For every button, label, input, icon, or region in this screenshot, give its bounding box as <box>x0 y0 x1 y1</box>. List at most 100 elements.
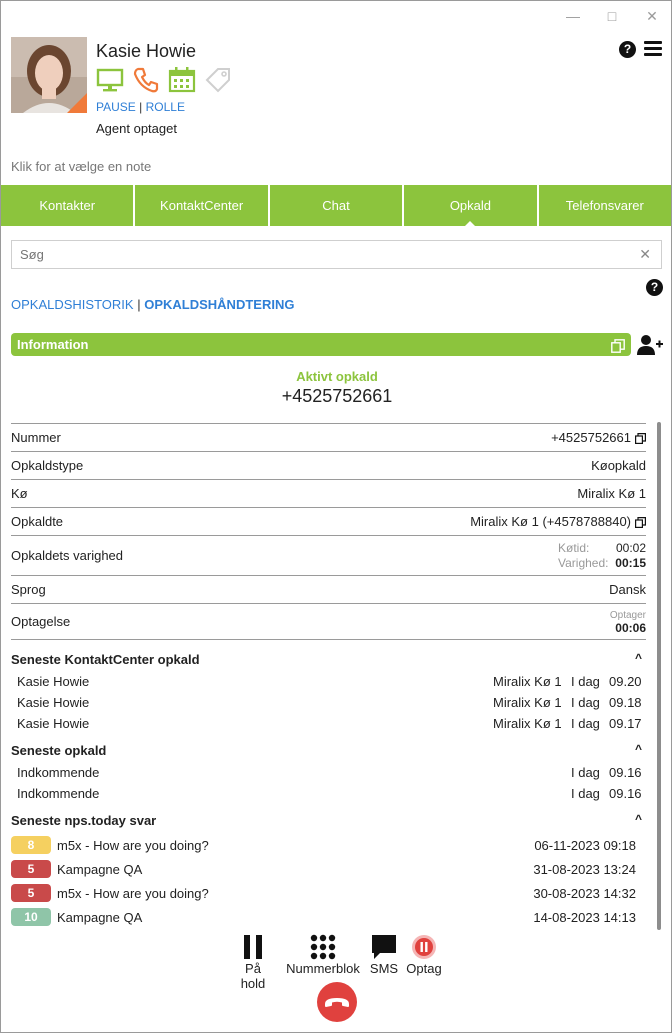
calendar-icon[interactable] <box>168 66 196 94</box>
active-call-label: Aktivt opkald <box>296 369 378 384</box>
copy-icon[interactable] <box>635 516 646 529</box>
copy-icon[interactable] <box>635 432 646 445</box>
hamburger-menu-icon[interactable] <box>644 41 662 57</box>
recording-time: 00:06 <box>615 620 646 635</box>
queue-time-label: Køtid: <box>558 540 590 555</box>
detail-row-called: Opkaldte Miralix Kø 1 (+4578788840) <box>11 507 646 535</box>
search-input[interactable] <box>12 241 612 268</box>
call-controls: På hold Nummerblok SMS Optag <box>1 933 672 991</box>
detail-value: Køopkald <box>591 458 646 473</box>
detail-label: Opkaldstype <box>11 458 84 473</box>
recording-icon <box>405 933 443 961</box>
score-badge: 8 <box>11 836 51 854</box>
role-link[interactable]: ROLLE <box>146 100 185 114</box>
tab-contact-center[interactable]: KontaktCenter <box>135 185 270 226</box>
minimize-button[interactable]: — <box>563 7 583 25</box>
avatar[interactable] <box>11 37 87 113</box>
agent-name: Kasie Howie <box>96 41 197 61</box>
list-item[interactable]: 5 m5x - How are you doing? 30-08-2023 14:3… <box>11 881 636 905</box>
information-header[interactable]: Information <box>11 333 631 356</box>
duration-label: Varighed: <box>558 555 609 570</box>
list-item[interactable]: Kasie Howie Miralix Kø 1I dag 09.18 <box>17 692 642 713</box>
phone-icon[interactable] <box>132 66 160 94</box>
maximize-button[interactable]: □ <box>602 7 622 25</box>
close-button[interactable]: ✕ <box>642 7 662 25</box>
active-call-number: +4525752661 <box>281 386 393 406</box>
sms-button[interactable]: SMS <box>369 933 399 976</box>
recent-cc-list: Kasie Howie Miralix Kø 1I dag 09.20 Kasie … <box>17 671 642 734</box>
hangup-phone-icon <box>325 998 349 1007</box>
call-history-link[interactable]: OPKALDSHISTORIK <box>11 297 134 312</box>
tab-voicemail[interactable]: Telefonsvarer <box>539 185 671 226</box>
call-handling-link[interactable]: OPKALDSHÅNDTERING <box>144 297 294 312</box>
list-item[interactable]: Kasie Howie Miralix Kø 1I dag 09.20 <box>17 671 642 692</box>
list-item[interactable]: Indkommende I dag 09.16 <box>17 762 642 783</box>
list-item[interactable]: Kasie Howie Miralix Kø 1I dag 09.17 <box>17 713 642 734</box>
detail-label: Opkaldte <box>11 514 64 529</box>
call-subtabs: OPKALDSHISTORIK | OPKALDSHÅNDTERING <box>11 297 294 312</box>
collapse-chevron-icon[interactable]: ^ <box>635 742 642 756</box>
keypad-button[interactable]: Nummerblok <box>284 933 362 976</box>
detail-row-number: Nummer +4525752661 <box>11 423 646 451</box>
section-title: Seneste opkald <box>11 743 107 758</box>
hold-button[interactable]: På hold <box>231 933 275 991</box>
keypad-icon <box>284 933 362 961</box>
link-separator: | <box>139 100 143 114</box>
agent-links: PAUSE | ROLLE <box>96 100 185 114</box>
information-title: Information <box>17 337 89 352</box>
detail-row-recording: Optagelse Optager 00:06 <box>11 603 646 639</box>
scrollbar[interactable] <box>657 422 661 930</box>
duration-values: Køtid: 00:02 Varighed: 00:15 <box>558 541 646 571</box>
list-item[interactable]: 8 m5x - How are you doing? 06-11-2023 09:1… <box>11 833 636 857</box>
help-icon-call[interactable]: ? <box>646 279 663 296</box>
score-badge: 5 <box>11 884 51 902</box>
add-contact-icon[interactable] <box>637 334 663 356</box>
list-item[interactable]: Indkommende I dag 09.16 <box>17 783 642 804</box>
recent-calls-list: Indkommende I dag 09.16 Indkommende I dag 09… <box>17 762 642 804</box>
detail-value: Miralix Kø 1 (+4578788840) <box>470 514 631 529</box>
tab-calls[interactable]: Opkald <box>404 185 539 227</box>
tag-icon[interactable] <box>204 66 232 94</box>
chat-bubble-icon <box>369 933 399 961</box>
recording-status: Optager <box>609 609 646 621</box>
detail-row-duration: Opkaldets varighed Køtid: 00:02 Varighed:… <box>11 535 646 575</box>
detail-label: Optagelse <box>11 614 71 629</box>
pause-icon <box>231 933 275 961</box>
detail-value: Dansk <box>609 582 646 597</box>
record-button[interactable]: Optag <box>405 933 443 976</box>
nps-header[interactable]: Seneste nps.today svar ^ <box>11 812 646 828</box>
computer-icon[interactable] <box>96 66 124 94</box>
queue-time-value: 00:02 <box>615 540 646 555</box>
collapse-chevron-icon[interactable]: ^ <box>635 812 642 826</box>
recent-cc-header[interactable]: Seneste KontaktCenter opkald ^ <box>11 651 646 667</box>
collapse-chevron-icon[interactable]: ^ <box>635 651 642 665</box>
detail-value: Miralix Kø 1 <box>577 486 646 501</box>
main-tabs: Kontakter KontaktCenter Chat Opkald Tele… <box>1 185 671 227</box>
list-item[interactable]: 5 Kampagne QA 31-08-2023 13:24 <box>11 857 636 881</box>
subtab-separator: | <box>137 297 141 312</box>
pause-link[interactable]: PAUSE <box>96 100 136 114</box>
detail-label: Sprog <box>11 582 46 597</box>
call-details: Nummer +4525752661 Opkaldstype Køopkald … <box>11 423 646 640</box>
detail-label: Nummer <box>11 430 61 445</box>
duration-value: 00:15 <box>615 555 646 570</box>
list-item[interactable]: 10 Kampagne QA 14-08-2023 14:13 <box>11 905 636 929</box>
note-selector[interactable]: Klik for at vælge en note <box>11 159 151 174</box>
section-title: Seneste nps.today svar <box>11 813 157 828</box>
title-bar: — □ ✕ <box>1 1 671 31</box>
channel-status-icons <box>96 65 232 95</box>
search-box: ✕ <box>11 240 662 269</box>
help-icon[interactable]: ? <box>619 41 636 58</box>
nps-list: 8 m5x - How are you doing? 06-11-2023 09:1… <box>11 833 636 929</box>
detail-label: Opkaldets varighed <box>11 548 124 563</box>
score-badge: 10 <box>11 908 51 926</box>
tab-contacts[interactable]: Kontakter <box>1 185 136 226</box>
section-title: Seneste KontaktCenter opkald <box>11 652 200 667</box>
detail-row-language: Sprog Dansk <box>11 575 646 603</box>
hangup-button[interactable] <box>317 982 357 1022</box>
tab-chat[interactable]: Chat <box>270 185 405 226</box>
clear-search-icon[interactable]: ✕ <box>639 246 651 263</box>
copy-icon[interactable] <box>611 337 625 353</box>
recent-calls-header[interactable]: Seneste opkald ^ <box>11 742 646 758</box>
detail-row-call-type: Opkaldstype Køopkald <box>11 451 646 479</box>
